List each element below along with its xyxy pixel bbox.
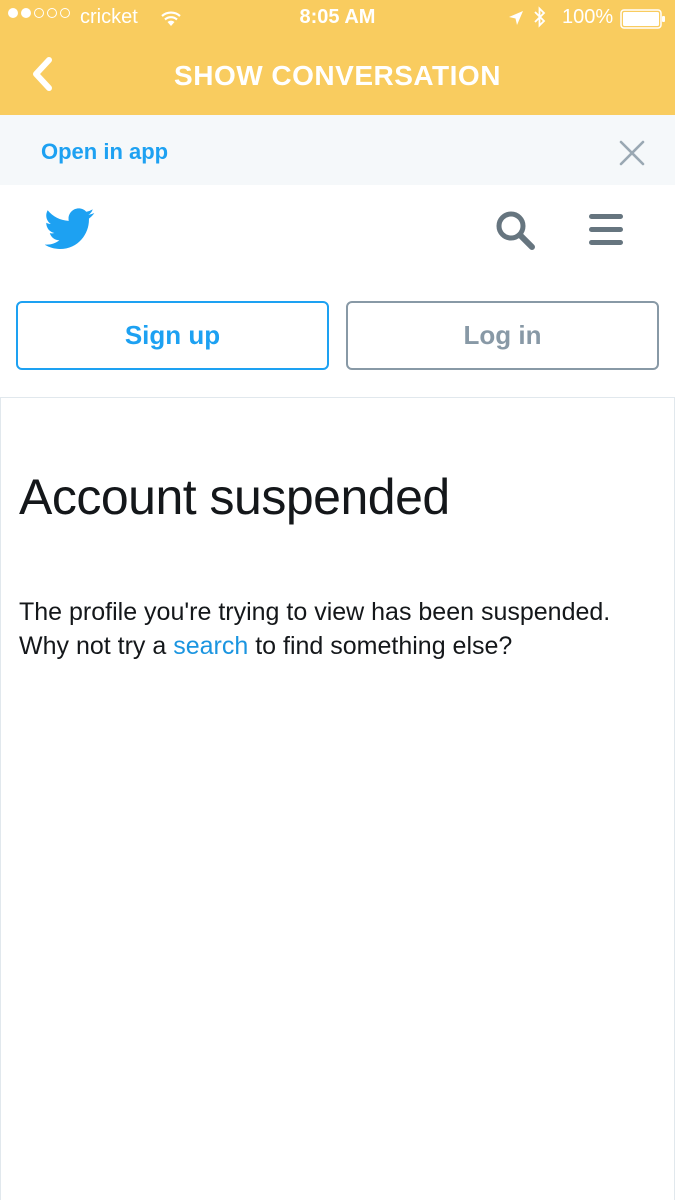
content-card: Account suspended The profile you're try… — [0, 397, 675, 1200]
hamburger-menu-icon — [589, 214, 623, 245]
suspended-message: The profile you're trying to view has be… — [19, 595, 649, 663]
log-in-button[interactable]: Log in — [346, 301, 659, 370]
banner-close-button[interactable] — [618, 139, 646, 172]
bluetooth-icon — [533, 6, 547, 34]
navigation-bar: SHOW CONVERSATION — [0, 36, 675, 115]
sign-up-button[interactable]: Sign up — [16, 301, 329, 370]
battery-icon — [620, 9, 666, 35]
message-text-end: to find something else? — [248, 632, 513, 660]
open-in-app-link[interactable]: Open in app — [41, 139, 168, 165]
twitter-bird-icon[interactable] — [44, 208, 95, 255]
search-icon — [496, 211, 535, 250]
open-in-app-banner: Open in app — [0, 115, 675, 185]
menu-button[interactable] — [588, 213, 624, 252]
close-icon — [619, 140, 645, 166]
location-arrow-icon — [508, 9, 524, 32]
search-link[interactable]: search — [173, 632, 248, 660]
battery-percentage: 100% — [562, 6, 614, 28]
nav-title: SHOW CONVERSATION — [174, 60, 501, 91]
site-header — [0, 185, 675, 285]
search-button[interactable] — [494, 209, 538, 258]
status-bar: cricket 8:05 AM 100% — [0, 0, 675, 36]
page-title: Account suspended — [19, 469, 450, 525]
